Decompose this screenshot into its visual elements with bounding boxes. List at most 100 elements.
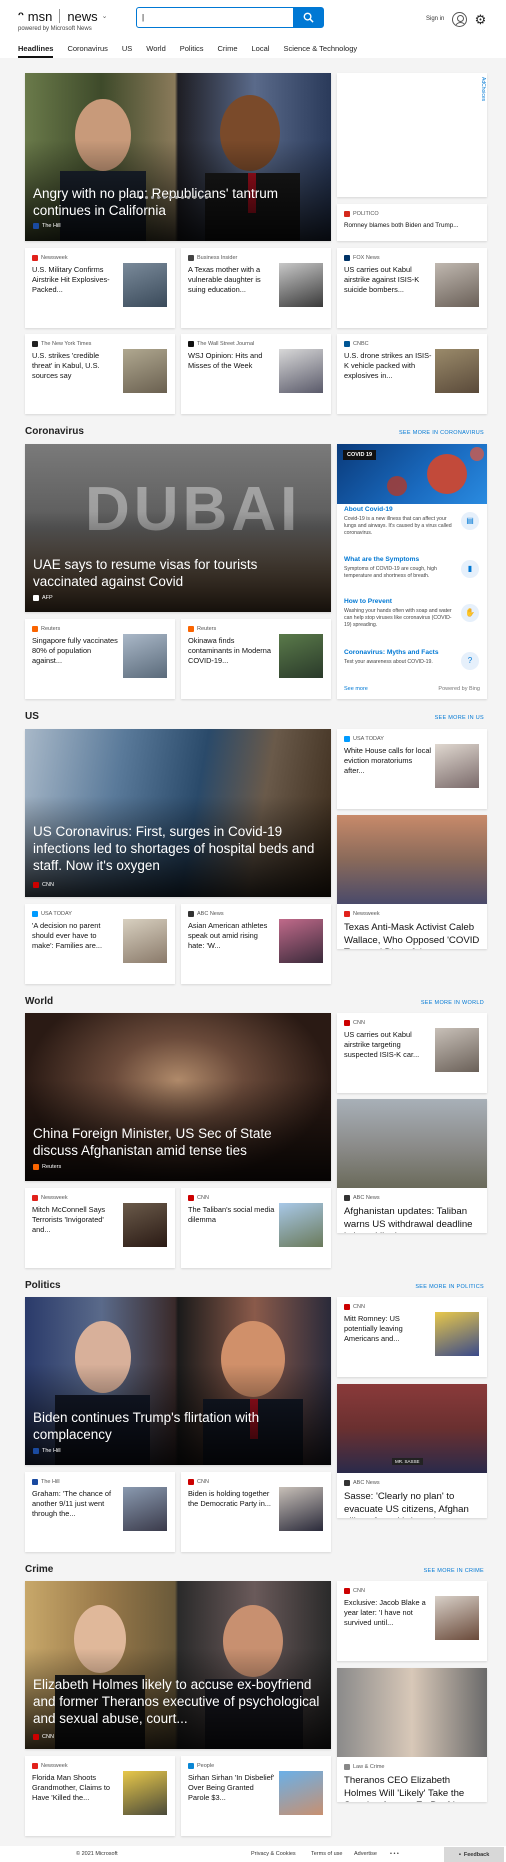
gear-icon[interactable]: ⚙ xyxy=(474,13,487,26)
carousel-dot[interactable] xyxy=(145,196,148,199)
news-card[interactable]: People Sirhan Sirhan 'In Disbelief' Over… xyxy=(181,1756,331,1836)
news-card[interactable]: Newsweek Mitch McConnell Says Terrorists… xyxy=(25,1188,175,1268)
sign-in-link[interactable]: Sign in xyxy=(426,16,444,22)
avatar-icon[interactable] xyxy=(452,12,467,27)
card-title[interactable]: US carries out Kabul airstrike against I… xyxy=(344,265,432,305)
tab-headlines[interactable]: Headlines xyxy=(18,44,54,58)
news-card[interactable]: Reuters Singapore fully vaccinates 80% o… xyxy=(25,619,175,699)
card-title[interactable]: Asian American athletes speak out amid r… xyxy=(188,921,276,961)
world-hero[interactable]: China Foreign Minister, US Sec of State … xyxy=(25,1013,331,1181)
covid-item-about[interactable]: About Covid-19 Covid-19 is a new illness … xyxy=(344,506,457,537)
covid-item-title[interactable]: How to Prevent xyxy=(344,598,457,605)
card-title[interactable]: Exclusive: Jacob Blake a year later: 'I … xyxy=(344,1598,432,1638)
msn-logo[interactable]: ᵔ msn news ⌄ xyxy=(18,8,108,24)
carousel-dot[interactable] xyxy=(199,196,202,199)
carousel-dot[interactable] xyxy=(193,196,196,199)
carousel-dot[interactable] xyxy=(175,196,178,199)
card-title[interactable]: 'A decision no parent should ever have t… xyxy=(32,921,120,961)
card-title[interactable]: Romney blames both Biden and Trump... xyxy=(344,221,484,231)
hero-title[interactable]: US Coronavirus: First, surges in Covid-1… xyxy=(33,823,331,874)
headline-hero[interactable]: Angry with no plan: Republicans' tantrum… xyxy=(25,73,331,241)
card-title[interactable]: The Taliban's social media dilemma xyxy=(188,1205,276,1245)
card-title[interactable]: Sasse: 'Clearly no plan' to evacuate US … xyxy=(344,1491,482,1518)
politics-hero[interactable]: Biden continues Trump's flirtation with … xyxy=(25,1297,331,1465)
tab-local[interactable]: Local xyxy=(252,44,270,58)
carousel-dot[interactable] xyxy=(163,196,166,199)
card-title[interactable]: Biden is holding together the Democratic… xyxy=(188,1489,276,1529)
news-card[interactable]: Business Insider A Texas mother with a v… xyxy=(181,248,331,328)
card-title[interactable]: U.S. drone strikes an ISIS-K vehicle pac… xyxy=(344,351,432,391)
politics-big-card[interactable]: MR. SASSE ABC News Sasse: 'Clearly no pl… xyxy=(337,1384,487,1518)
news-card[interactable]: USA TODAY White House calls for local ev… xyxy=(337,729,487,809)
covid-item-title[interactable]: Coronavirus: Myths and Facts xyxy=(344,649,457,656)
see-more-politics-link[interactable]: SEE MORE IN POLITICS xyxy=(415,1284,484,1290)
carousel-dot[interactable] xyxy=(157,196,160,199)
news-card[interactable]: CNN US carries out Kabul airstrike targe… xyxy=(337,1013,487,1093)
tab-us[interactable]: US xyxy=(122,44,132,58)
news-card[interactable]: CNBC U.S. drone strikes an ISIS-K vehicl… xyxy=(337,334,487,414)
search-button[interactable] xyxy=(293,8,323,27)
feedback-button[interactable]: ▪ Feedback xyxy=(444,1847,504,1862)
hero-title[interactable]: Angry with no plan: Republicans' tantrum… xyxy=(33,185,303,219)
carousel-dot[interactable] xyxy=(169,196,172,199)
card-title[interactable]: Sirhan Sirhan 'In Disbelief' Over Being … xyxy=(188,1773,276,1813)
ad-slot[interactable]: AdChoices xyxy=(337,73,487,197)
politico-card[interactable]: POLITICO Romney blames both Biden and Tr… xyxy=(337,204,487,241)
covid-item-title[interactable]: What are the Symptoms xyxy=(344,556,457,563)
card-title[interactable]: Texas Anti-Mask Activist Caleb Wallace, … xyxy=(344,922,482,949)
card-title[interactable]: Afghanistan updates: Taliban warns US wi… xyxy=(344,1206,482,1233)
covid-item-symptoms[interactable]: What are the Symptoms Symptoms of COVID-1… xyxy=(344,556,457,580)
card-title[interactable]: Graham: 'The chance of another 9/11 just… xyxy=(32,1489,120,1529)
news-card[interactable]: CNN The Taliban's social media dilemma xyxy=(181,1188,331,1268)
carousel-dot[interactable] xyxy=(187,196,190,199)
card-title[interactable]: A Texas mother with a vulnerable daughte… xyxy=(188,265,276,305)
see-more-us-link[interactable]: SEE MORE IN US xyxy=(435,715,484,721)
covid-item-title[interactable]: About Covid-19 xyxy=(344,506,457,513)
news-card[interactable]: Newsweek Florida Man Shoots Grandmother,… xyxy=(25,1756,175,1836)
news-card[interactable]: The Hill Graham: 'The chance of another … xyxy=(25,1472,175,1552)
card-title[interactable]: Florida Man Shoots Grandmother, Claims t… xyxy=(32,1773,120,1813)
hero-title[interactable]: Biden continues Trump's flirtation with … xyxy=(33,1409,293,1443)
card-title[interactable]: Okinawa finds contaminants in Moderna CO… xyxy=(188,636,276,676)
news-card[interactable]: ABC News Asian American athletes speak o… xyxy=(181,904,331,984)
covid-widget[interactable]: COVID 19 About Covid-19 Covid-19 is a new… xyxy=(337,444,487,699)
news-card[interactable]: CNN Biden is holding together the Democr… xyxy=(181,1472,331,1552)
covid-item-prevent[interactable]: How to Prevent Washing your hands often w… xyxy=(344,598,457,629)
crime-big-card[interactable]: Law & Crime Theranos CEO Elizabeth Holme… xyxy=(337,1668,487,1802)
carousel-dot[interactable] xyxy=(181,196,184,199)
card-title[interactable]: Singapore fully vaccinates 80% of popula… xyxy=(32,636,120,676)
carousel-dot[interactable] xyxy=(139,196,142,199)
us-hero[interactable]: US Coronavirus: First, surges in Covid-1… xyxy=(25,729,331,897)
news-card[interactable]: Reuters Okinawa finds contaminants in Mo… xyxy=(181,619,331,699)
world-big-card[interactable]: ABC News Afghanistan updates: Taliban wa… xyxy=(337,1099,487,1233)
search-box[interactable] xyxy=(136,7,324,28)
news-card[interactable]: The Wall Street Journal WSJ Opinion: Hit… xyxy=(181,334,331,414)
card-title[interactable]: Theranos CEO Elizabeth Holmes Will 'Like… xyxy=(344,1775,482,1802)
covid-see-more-link[interactable]: See more xyxy=(344,686,368,692)
carousel-dot[interactable] xyxy=(205,196,208,199)
hero-title[interactable]: China Foreign Minister, US Sec of State … xyxy=(33,1125,293,1159)
more-menu-icon[interactable]: • • • xyxy=(390,1851,399,1857)
tab-crime[interactable]: Crime xyxy=(218,44,238,58)
card-title[interactable]: WSJ Opinion: Hits and Misses of the Week xyxy=(188,351,276,391)
card-title[interactable]: Mitch McConnell Says Terrorists 'Invigor… xyxy=(32,1205,120,1245)
hero-title[interactable]: Elizabeth Holmes likely to accuse ex-boy… xyxy=(33,1676,323,1727)
tab-politics[interactable]: Politics xyxy=(180,44,204,58)
coronavirus-hero[interactable]: DUBAI UAE says to resume visas for touri… xyxy=(25,444,331,612)
tab-coronavirus[interactable]: Coronavirus xyxy=(67,44,107,58)
see-more-coronavirus-link[interactable]: SEE MORE IN CORONAVIRUS xyxy=(399,430,484,436)
news-card[interactable]: CNN Exclusive: Jacob Blake a year later:… xyxy=(337,1581,487,1661)
covid-item-myths[interactable]: Coronavirus: Myths and Facts Test your aw… xyxy=(344,649,457,666)
advertise-link[interactable]: Advertise xyxy=(354,1851,377,1857)
card-title[interactable]: US carries out Kabul airstrike targeting… xyxy=(344,1030,432,1070)
terms-link[interactable]: Terms of use xyxy=(311,1851,342,1857)
news-card[interactable]: Newsweek U.S. Military Confirms Airstrik… xyxy=(25,248,175,328)
card-title[interactable]: White House calls for local eviction mor… xyxy=(344,746,432,786)
us-big-card[interactable]: Newsweek Texas Anti-Mask Activist Caleb … xyxy=(337,815,487,949)
hero-title[interactable]: UAE says to resume visas for tourists va… xyxy=(33,556,313,590)
crime-hero[interactable]: Elizabeth Holmes likely to accuse ex-boy… xyxy=(25,1581,331,1749)
card-title[interactable]: U.S. strikes 'credible threat' in Kabul,… xyxy=(32,351,120,391)
carousel-dot[interactable] xyxy=(151,196,154,199)
ad-choices-label[interactable]: AdChoices xyxy=(480,77,486,101)
tab-science-technology[interactable]: Science & Technology xyxy=(283,44,357,58)
